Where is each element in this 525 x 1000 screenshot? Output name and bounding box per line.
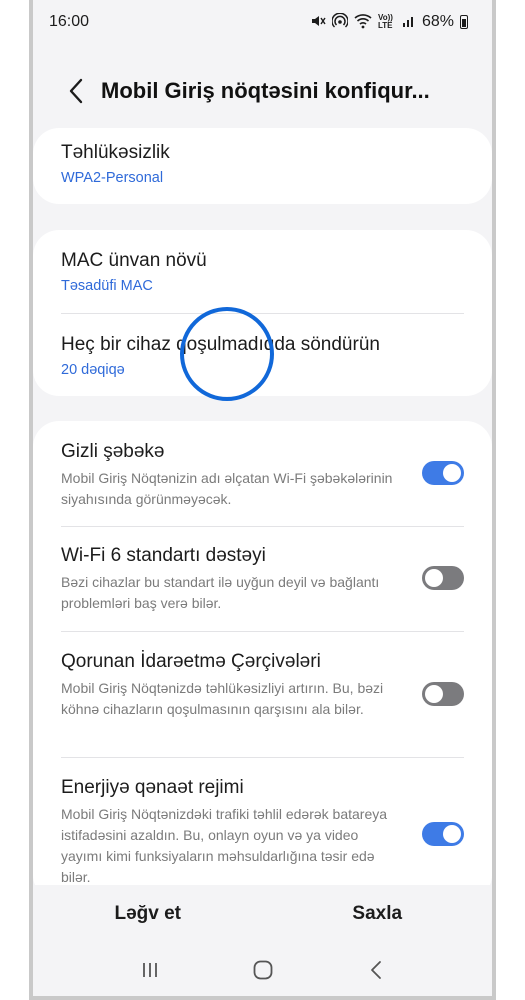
power-saving-switch[interactable] xyxy=(422,822,464,846)
battery-icon xyxy=(460,15,468,29)
divider xyxy=(61,631,464,632)
network-label: Vo)) LTE xyxy=(377,13,393,30)
cancel-button[interactable]: Ləğv et xyxy=(33,903,263,925)
app-header: Mobil Giriş nöqtəsini konfiqur... xyxy=(33,66,492,116)
network-card: MAC ünvan növü Təsadüfi MAC Heç bir ciha… xyxy=(33,230,492,396)
back-nav-icon xyxy=(370,961,381,979)
auto-off-title: Heç bir cihaz qoşulmadıqda söndürün xyxy=(61,334,380,355)
security-title: Təhlükəsizlik xyxy=(61,142,170,163)
phone-screen: 16:00 Vo)) LTE 68% Mobil Giriş nöqtəsini… xyxy=(29,0,496,1000)
power-saving-title: Enerjiyə qənaət rejimi xyxy=(61,777,244,798)
recents-icon xyxy=(142,963,157,977)
home-button[interactable] xyxy=(243,955,283,985)
advanced-card: Gizli şəbəkə Mobil Giriş Nöqtənizin adı … xyxy=(33,421,492,885)
hidden-network-description: Mobil Giriş Nöqtənizin adı əlçatan Wi-Fi… xyxy=(61,470,393,507)
hotspot-icon xyxy=(331,12,349,32)
switch-knob xyxy=(443,825,461,843)
battery-text: 68% xyxy=(421,13,454,30)
home-icon xyxy=(253,960,272,980)
toggle-row-power-saving[interactable]: Enerjiyə qənaət rejimi Mobil Giriş Nöqtə… xyxy=(61,777,464,885)
hidden-network-title: Gizli şəbəkə xyxy=(61,441,165,462)
back-nav-button[interactable] xyxy=(356,955,396,985)
status-icons: Vo)) LTE 68% xyxy=(310,12,468,32)
bottom-actions: Ləğv et Saxla xyxy=(33,886,492,942)
recents-button[interactable] xyxy=(130,955,170,985)
security-value: WPA2-Personal xyxy=(61,170,164,186)
pmf-switch[interactable] xyxy=(422,682,464,706)
auto-off-value: 20 dəqiqə xyxy=(61,362,125,378)
mac-title: MAC ünvan növü xyxy=(61,250,207,271)
mac-value: Təsadüfi MAC xyxy=(61,278,153,294)
toggle-row-hidden-network[interactable]: Gizli şəbəkə Mobil Giriş Nöqtənizin adı … xyxy=(61,441,464,510)
wifi6-switch[interactable] xyxy=(422,566,464,590)
security-setting[interactable]: Təhlükəsizlik WPA2-Personal xyxy=(61,142,464,186)
page-title: Mobil Giriş nöqtəsini konfiqur... xyxy=(101,78,430,103)
wifi-icon xyxy=(354,13,372,32)
security-card: Təhlükəsizlik WPA2-Personal xyxy=(33,128,492,204)
wifi6-description: Bəzi cihazlar bu standart ilə uyğun deyi… xyxy=(61,574,380,611)
toggle-row-wifi6[interactable]: Wi-Fi 6 standartı dəstəyi Bəzi cihazlar … xyxy=(61,545,464,614)
navigation-bar xyxy=(33,945,492,995)
mute-icon xyxy=(310,13,326,32)
settings-list[interactable]: Təhlükəsizlik WPA2-Personal MAC ünvan nö… xyxy=(33,128,492,885)
hidden-network-switch[interactable] xyxy=(422,461,464,485)
back-icon xyxy=(69,78,83,104)
save-button[interactable]: Saxla xyxy=(263,903,493,925)
divider xyxy=(61,313,464,314)
back-button[interactable] xyxy=(61,71,91,111)
wifi6-title: Wi-Fi 6 standartı dəstəyi xyxy=(61,545,266,566)
divider xyxy=(61,526,464,527)
power-saving-description: Mobil Giriş Nöqtənizdəki trafiki təhlil … xyxy=(61,806,388,885)
switch-knob xyxy=(425,685,443,703)
toggle-row-pmf[interactable]: Qorunan İdarəetmə Çərçivələri Mobil Giri… xyxy=(61,651,464,720)
pmf-title: Qorunan İdarəetmə Çərçivələri xyxy=(61,651,321,672)
pmf-description: Mobil Giriş Nöqtənizdə təhlükəsizliyi ar… xyxy=(61,680,384,717)
auto-off-setting[interactable]: Heç bir cihaz qoşulmadıqda söndürün 20 d… xyxy=(61,334,464,378)
switch-knob xyxy=(425,569,443,587)
switch-knob xyxy=(443,464,461,482)
status-time: 16:00 xyxy=(49,13,90,30)
divider xyxy=(61,757,464,758)
status-bar: 16:00 Vo)) LTE 68% xyxy=(33,0,492,44)
mac-setting[interactable]: MAC ünvan növü Təsadüfi MAC xyxy=(61,250,464,294)
signal-icon xyxy=(402,14,416,31)
